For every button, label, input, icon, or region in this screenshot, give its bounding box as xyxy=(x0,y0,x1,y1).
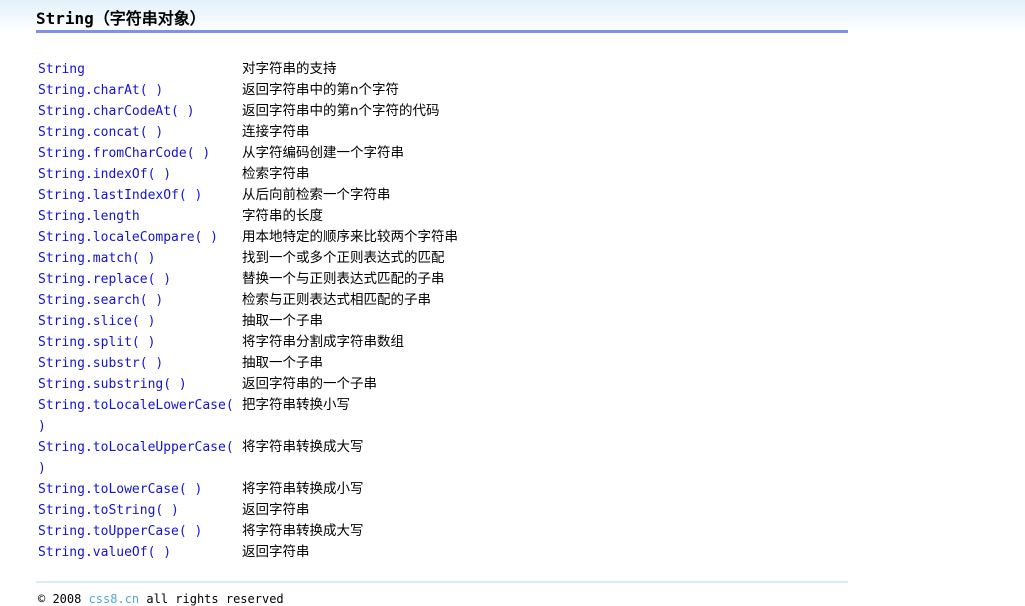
method-link[interactable]: String.valueOf( ) xyxy=(38,542,242,563)
method-row: String.toLowerCase( ) 将字符串转换成小写 xyxy=(0,479,1025,500)
method-description: 检索与正则表达式相匹配的子串 xyxy=(242,292,431,308)
method-link[interactable]: String.indexOf( ) xyxy=(38,164,242,185)
header-divider xyxy=(36,30,848,33)
method-link[interactable]: String.length xyxy=(38,206,242,227)
method-row: String.replace( ) 替换一个与正则表达式匹配的子串 xyxy=(0,269,1025,290)
footer-site-link[interactable]: css8.cn xyxy=(89,592,140,606)
method-link[interactable]: String.concat( ) xyxy=(38,122,242,143)
method-link[interactable]: String.lastIndexOf( ) xyxy=(38,185,242,206)
method-description: 检索字符串 xyxy=(242,166,310,182)
method-description: 返回字符串 xyxy=(242,502,310,518)
method-description: 替换一个与正则表达式匹配的子串 xyxy=(242,271,445,287)
method-description: 返回字符串的一个子串 xyxy=(242,376,377,392)
method-row: String.toLocaleLowerCase( ) 把字符串转换小写 xyxy=(0,395,1025,437)
footer-copyright-suffix: all rights reserved xyxy=(139,592,284,606)
method-description: 将字符串转换成小写 xyxy=(242,481,364,497)
method-link[interactable]: String.toLocaleLowerCase( ) xyxy=(38,395,242,437)
footer-copyright: © 2008 css8.cn all rights reserved xyxy=(38,592,284,606)
method-row: String.indexOf( ) 检索字符串 xyxy=(0,164,1025,185)
method-row: String.toUpperCase( ) 将字符串转换成大写 xyxy=(0,521,1025,542)
method-link[interactable]: String.toString( ) xyxy=(38,500,242,521)
method-link[interactable]: String.substring( ) xyxy=(38,374,242,395)
method-link[interactable]: String.toLowerCase( ) xyxy=(38,479,242,500)
method-row: String.substring( ) 返回字符串的一个子串 xyxy=(0,374,1025,395)
method-link[interactable]: String.fromCharCode( ) xyxy=(38,143,242,164)
method-row: String.length 字符串的长度 xyxy=(0,206,1025,227)
footer-copyright-prefix: © 2008 xyxy=(38,592,89,606)
method-description: 字符串的长度 xyxy=(242,208,323,224)
method-row: String.localeCompare( ) 用本地特定的顺序来比较两个字符串 xyxy=(0,227,1025,248)
method-description: 返回字符串中的第n个字符的代码 xyxy=(242,103,440,119)
footer-divider xyxy=(36,581,848,583)
page-title: String（字符串对象） xyxy=(36,9,206,28)
method-link[interactable]: String.localeCompare( ) xyxy=(38,227,242,248)
method-link[interactable]: String.toUpperCase( ) xyxy=(38,521,242,542)
method-description: 返回字符串 xyxy=(242,544,310,560)
method-link[interactable]: String.split( ) xyxy=(38,332,242,353)
method-row: String.concat( ) 连接字符串 xyxy=(0,122,1025,143)
method-link[interactable]: String.charCodeAt( ) xyxy=(38,101,242,122)
method-description: 将字符串转换成大写 xyxy=(242,439,364,455)
method-link[interactable]: String.slice( ) xyxy=(38,311,242,332)
method-row: String 对字符串的支持 xyxy=(0,59,1025,80)
method-row: String.substr( ) 抽取一个子串 xyxy=(0,353,1025,374)
method-row: String.slice( ) 抽取一个子串 xyxy=(0,311,1025,332)
method-description: 把字符串转换小写 xyxy=(242,397,350,413)
method-row: String.toLocaleUpperCase( ) 将字符串转换成大写 xyxy=(0,437,1025,479)
method-description: 返回字符串中的第n个字符 xyxy=(242,82,400,98)
method-row: String.lastIndexOf( ) 从后向前检索一个字符串 xyxy=(0,185,1025,206)
method-link[interactable]: String.charAt( ) xyxy=(38,80,242,101)
method-row: String.charAt( ) 返回字符串中的第n个字符 xyxy=(0,80,1025,101)
method-row: String.split( ) 将字符串分割成字符串数组 xyxy=(0,332,1025,353)
method-row: String.fromCharCode( ) 从字符编码创建一个字符串 xyxy=(0,143,1025,164)
method-description: 用本地特定的顺序来比较两个字符串 xyxy=(242,229,458,245)
method-description: 抽取一个子串 xyxy=(242,355,323,371)
method-description: 连接字符串 xyxy=(242,124,310,140)
method-description: 从后向前检索一个字符串 xyxy=(242,187,391,203)
method-link[interactable]: String xyxy=(38,59,242,80)
method-list: String 对字符串的支持 String.charAt( ) 返回字符串中的第n个字… xyxy=(0,59,1025,563)
method-row: String.toString( ) 返回字符串 xyxy=(0,500,1025,521)
method-row: String.valueOf( ) 返回字符串 xyxy=(0,542,1025,563)
method-description: 将字符串分割成字符串数组 xyxy=(242,334,404,350)
method-row: String.charCodeAt( ) 返回字符串中的第n个字符的代码 xyxy=(0,101,1025,122)
page-header: String（字符串对象） xyxy=(0,0,1025,33)
method-link[interactable]: String.search( ) xyxy=(38,290,242,311)
method-description: 对字符串的支持 xyxy=(242,61,337,77)
method-link[interactable]: String.substr( ) xyxy=(38,353,242,374)
method-link[interactable]: String.toLocaleUpperCase( ) xyxy=(38,437,242,479)
method-description: 找到一个或多个正则表达式的匹配 xyxy=(242,250,445,266)
method-description: 抽取一个子串 xyxy=(242,313,323,329)
method-link[interactable]: String.replace( ) xyxy=(38,269,242,290)
method-link[interactable]: String.match( ) xyxy=(38,248,242,269)
method-description: 从字符编码创建一个字符串 xyxy=(242,145,404,161)
method-row: String.search( ) 检索与正则表达式相匹配的子串 xyxy=(0,290,1025,311)
method-row: String.match( ) 找到一个或多个正则表达式的匹配 xyxy=(0,248,1025,269)
method-description: 将字符串转换成大写 xyxy=(242,523,364,539)
